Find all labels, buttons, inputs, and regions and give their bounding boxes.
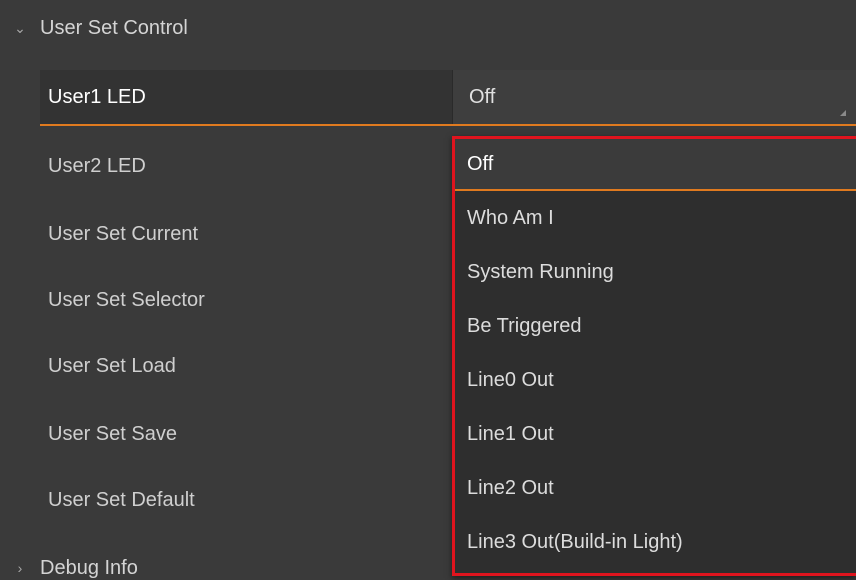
dropdown-option-who-am-i[interactable]: Who Am I: [455, 191, 856, 245]
dropdown-option-line2-out[interactable]: Line2 Out: [455, 461, 856, 515]
select-value: Off: [469, 85, 496, 108]
property-label: User Set Current: [48, 222, 199, 245]
dropdown-option-system-running[interactable]: System Running: [455, 245, 856, 299]
chevron-down-icon[interactable]: ⌄: [0, 20, 40, 37]
group-label: User Set Control: [40, 16, 188, 39]
group-user-set-control[interactable]: ⌄ User Set Control: [0, 8, 856, 48]
user1-led-dropdown-list[interactable]: Off Who Am I System Running Be Triggered…: [452, 136, 856, 576]
dropdown-option-line1-out[interactable]: Line1 Out: [455, 407, 856, 461]
property-row-user1-led[interactable]: User1 LED Off: [40, 70, 856, 126]
dropdown-option-line0-out[interactable]: Line0 Out: [455, 353, 856, 407]
chevron-right-icon[interactable]: ›: [0, 560, 40, 576]
property-label: User Set Load: [48, 354, 176, 377]
resize-corner-icon: [840, 110, 846, 116]
property-label: User Set Default: [48, 488, 195, 511]
dropdown-option-off[interactable]: Off: [455, 139, 856, 191]
property-label: User1 LED: [48, 85, 146, 108]
property-panel: ⌄ User Set Control User1 LED Off User2 L…: [0, 0, 856, 580]
dropdown-option-line3-out[interactable]: Line3 Out(Build-in Light): [455, 515, 856, 569]
user1-led-select[interactable]: Off: [452, 70, 856, 124]
group-label: Debug Info: [40, 556, 138, 579]
property-label: User2 LED: [48, 154, 146, 177]
property-label: User Set Selector: [48, 288, 205, 311]
property-label: User Set Save: [48, 422, 177, 445]
dropdown-option-be-triggered[interactable]: Be Triggered: [455, 299, 856, 353]
